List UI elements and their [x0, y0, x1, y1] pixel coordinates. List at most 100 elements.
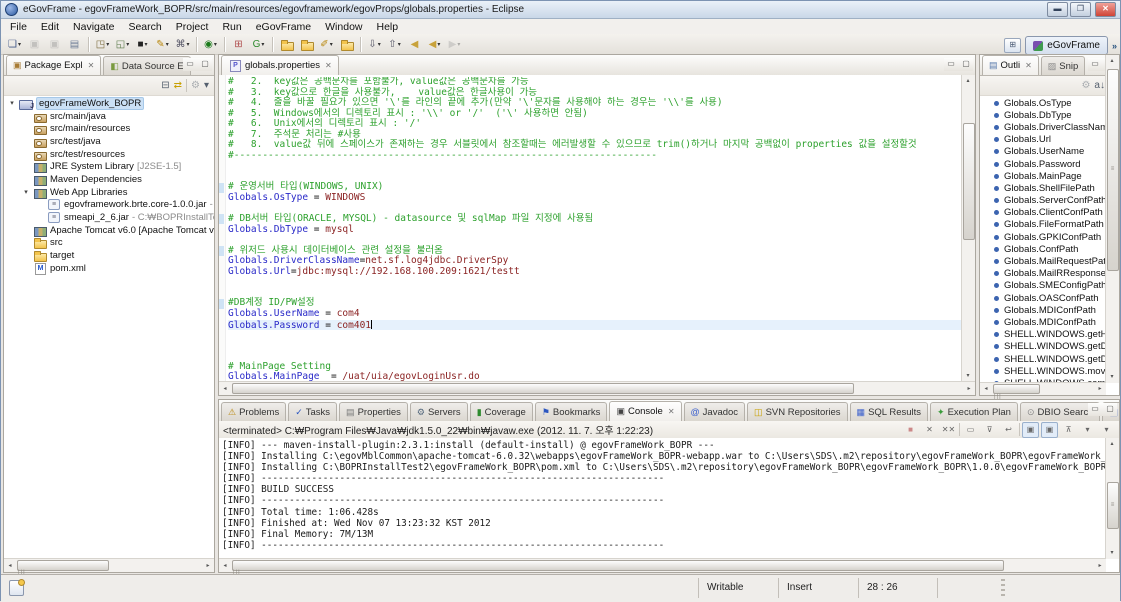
terminate-icon[interactable]: ■: [902, 422, 919, 438]
bottom-tab-execution-plan[interactable]: ✦Execution Plan: [930, 402, 1018, 421]
dropdown-arrow-icon[interactable]: ▾: [457, 41, 460, 48]
run-button[interactable]: ◉▾: [201, 36, 220, 53]
close-icon[interactable]: ✕: [668, 407, 675, 416]
scroll-lock-icon[interactable]: ⊽: [981, 422, 998, 438]
filters-icon[interactable]: ⚙: [1081, 80, 1090, 91]
dropdown-arrow-icon[interactable]: ▾: [186, 41, 189, 48]
pin-console-icon[interactable]: ⊼: [1060, 422, 1077, 438]
scrollbar-thumb[interactable]: |||: [993, 384, 1040, 394]
console-view-button[interactable]: ■▾: [133, 36, 152, 53]
save-button[interactable]: ▣: [25, 36, 44, 53]
dropdown-arrow-icon[interactable]: ▾: [378, 41, 381, 48]
open-folder-button[interactable]: [297, 36, 316, 53]
scroll-right-arrow[interactable]: ▸: [963, 383, 975, 395]
perspective-egovframe-button[interactable]: eGovFrame: [1025, 36, 1108, 55]
console-output[interactable]: [INFO] --- maven-install-plugin:2.3.1:in…: [219, 438, 1106, 559]
outline-item-shell-windows-getdrc[interactable]: SHELL.WINDOWS.getDrc: [980, 341, 1106, 353]
outline-hscrollbar[interactable]: ◂ ||| ▸: [980, 382, 1106, 395]
scroll-left-arrow[interactable]: ◂: [219, 560, 231, 572]
close-button[interactable]: ✕: [1095, 2, 1116, 17]
tree-item-src-main-resources[interactable]: src/main/resources: [4, 122, 214, 135]
tree-item-web-app-libraries[interactable]: ▾Web App Libraries: [4, 186, 214, 199]
display-selected-console-icon[interactable]: ▾: [1079, 422, 1096, 438]
bottom-tab-sql-results[interactable]: ▦SQL Results: [850, 402, 929, 421]
outline-item-globals-dbtype[interactable]: Globals.DbType: [980, 109, 1106, 121]
bottom-tab-svn-repositories[interactable]: ◫SVN Repositories: [747, 402, 848, 421]
editor-tab-globals-properties[interactable]: globals.properties✕: [221, 55, 339, 75]
menu-egovframe[interactable]: eGovFrame: [249, 21, 318, 33]
console-vscrollbar[interactable]: ▴ ≡ ▾: [1105, 438, 1119, 559]
outline-item-globals-mdiconfpath[interactable]: Globals.MDIConfPath: [980, 316, 1106, 328]
egov-grid-button[interactable]: ⊞: [229, 36, 248, 53]
tree-item-src[interactable]: src: [4, 237, 214, 250]
menu-help[interactable]: Help: [370, 21, 406, 33]
last-edit-button[interactable]: ◀: [405, 36, 424, 53]
outline-item-globals-confpath[interactable]: Globals.ConfPath: [980, 243, 1106, 255]
scrollbar-thumb[interactable]: [963, 123, 975, 240]
scroll-up-arrow[interactable]: ▴: [962, 75, 974, 87]
menu-file[interactable]: File: [3, 21, 34, 33]
scroll-up-arrow[interactable]: ▴: [1106, 438, 1118, 450]
show-on-error-icon[interactable]: ▣: [1041, 422, 1058, 438]
outline-item-globals-smeconfigpath[interactable]: Globals.SMEConfigPath: [980, 280, 1106, 292]
word-wrap-icon[interactable]: ↩: [1000, 422, 1017, 438]
print-button[interactable]: ▤: [65, 36, 84, 53]
outline-item-shell-windows-gethos[interactable]: SHELL.WINDOWS.getHos: [980, 329, 1106, 341]
menu-search[interactable]: Search: [121, 21, 168, 33]
scrollbar-thumb[interactable]: [232, 383, 854, 394]
link-with-editor-icon[interactable]: ⇄: [174, 80, 182, 91]
perspective-overflow-chevron[interactable]: »: [1112, 41, 1117, 51]
run-jsp-button[interactable]: ✐▾: [317, 36, 336, 53]
outline-tab-outli[interactable]: ▤Outli✕: [982, 55, 1039, 75]
outline-item-globals-url[interactable]: Globals.Url: [980, 134, 1106, 146]
outline-item-globals-fileformatpath[interactable]: Globals.FileFormatPath: [980, 219, 1106, 231]
remove-launch-icon[interactable]: ✕: [921, 422, 938, 438]
save-all-button[interactable]: ▣: [45, 36, 64, 53]
outline-item-globals-mailrequestpath[interactable]: Globals.MailRequestPath: [980, 255, 1106, 267]
dropdown-arrow-icon[interactable]: ▾: [330, 41, 333, 48]
close-icon[interactable]: ✕: [88, 61, 95, 70]
dropdown-arrow-icon[interactable]: ▾: [398, 41, 401, 48]
fast-view-icon[interactable]: [9, 580, 24, 596]
scroll-right-arrow[interactable]: ▸: [1094, 560, 1106, 572]
show-on-output-icon[interactable]: ▣: [1022, 422, 1039, 438]
outline-item-globals-oasconfpath[interactable]: Globals.OASConfPath: [980, 292, 1106, 304]
outline-item-globals-mailrresponsepa[interactable]: Globals.MailRResponsePa: [980, 268, 1106, 280]
outline-item-globals-driverclassname[interactable]: Globals.DriverClassName: [980, 121, 1106, 133]
minimize-button[interactable]: ▬: [1047, 2, 1068, 17]
tree-item-src-main-java[interactable]: src/main/java: [4, 110, 214, 123]
scroll-left-arrow[interactable]: ◂: [980, 383, 992, 395]
pkg-tab-data-source-e[interactable]: ◧Data Source E: [103, 56, 190, 75]
dropdown-arrow-icon[interactable]: ▾: [18, 41, 21, 48]
tree-item-src-test-java[interactable]: src/test/java: [4, 135, 214, 148]
dropdown-arrow-icon[interactable]: ▾: [145, 41, 148, 48]
bottom-tab-coverage[interactable]: ▮Coverage: [470, 402, 533, 421]
tree-item-target[interactable]: target: [4, 249, 214, 262]
editor-area[interactable]: # 2. key값은 공백문자를 포함불가, value값은 공백문자를 가능#…: [219, 75, 975, 382]
tree-item-maven-dependencies[interactable]: Maven Dependencies: [4, 173, 214, 186]
restore-button[interactable]: ❐: [1070, 2, 1091, 17]
menu-edit[interactable]: Edit: [34, 21, 66, 33]
scrollbar-thumb[interactable]: ≡: [1107, 482, 1119, 529]
open-console-icon[interactable]: ▾: [1098, 422, 1115, 438]
outline-item-globals-mdiconfpath[interactable]: Globals.MDIConfPath: [980, 304, 1106, 316]
menu-project[interactable]: Project: [169, 21, 216, 33]
maximize-view-icon[interactable]: ▢: [959, 58, 973, 71]
outline-item-globals-clientconfpath[interactable]: Globals.ClientConfPath: [980, 207, 1106, 219]
bottom-tab-servers[interactable]: ⚙Servers: [410, 402, 468, 421]
dropdown-arrow-icon[interactable]: ▾: [214, 41, 217, 48]
bottom-tab-problems[interactable]: ⚠Problems: [221, 402, 286, 421]
outline-item-globals-shellfilepath[interactable]: Globals.ShellFilePath: [980, 182, 1106, 194]
new-wizard-button[interactable]: ❏▾: [5, 36, 24, 53]
import-folder-button[interactable]: [337, 36, 356, 53]
package-explorer-hscrollbar[interactable]: ◂ ||| ▸: [4, 558, 214, 572]
console-hscrollbar[interactable]: ◂ ||| ▸: [219, 558, 1106, 572]
dropdown-arrow-icon[interactable]: ▾: [261, 41, 264, 48]
bottom-tab-properties[interactable]: ▤Properties: [339, 402, 408, 421]
outline-list[interactable]: Globals.OsTypeGlobals.DbTypeGlobals.Driv…: [980, 95, 1106, 383]
outline-item-globals-mainpage[interactable]: Globals.MainPage: [980, 170, 1106, 182]
outline-item-shell-windows-moved[interactable]: SHELL.WINDOWS.moveD: [980, 365, 1106, 377]
editor-vscrollbar[interactable]: ▴ ▾: [961, 75, 975, 382]
package-explorer-tree[interactable]: ▾egovFrameWork_BOPRsrc/main/javasrc/main…: [4, 95, 214, 559]
tree-item-smeapi-2-6-jar[interactable]: smeapi_2_6.jar - C:₩BOPRInstallTest2₩: [4, 211, 214, 224]
